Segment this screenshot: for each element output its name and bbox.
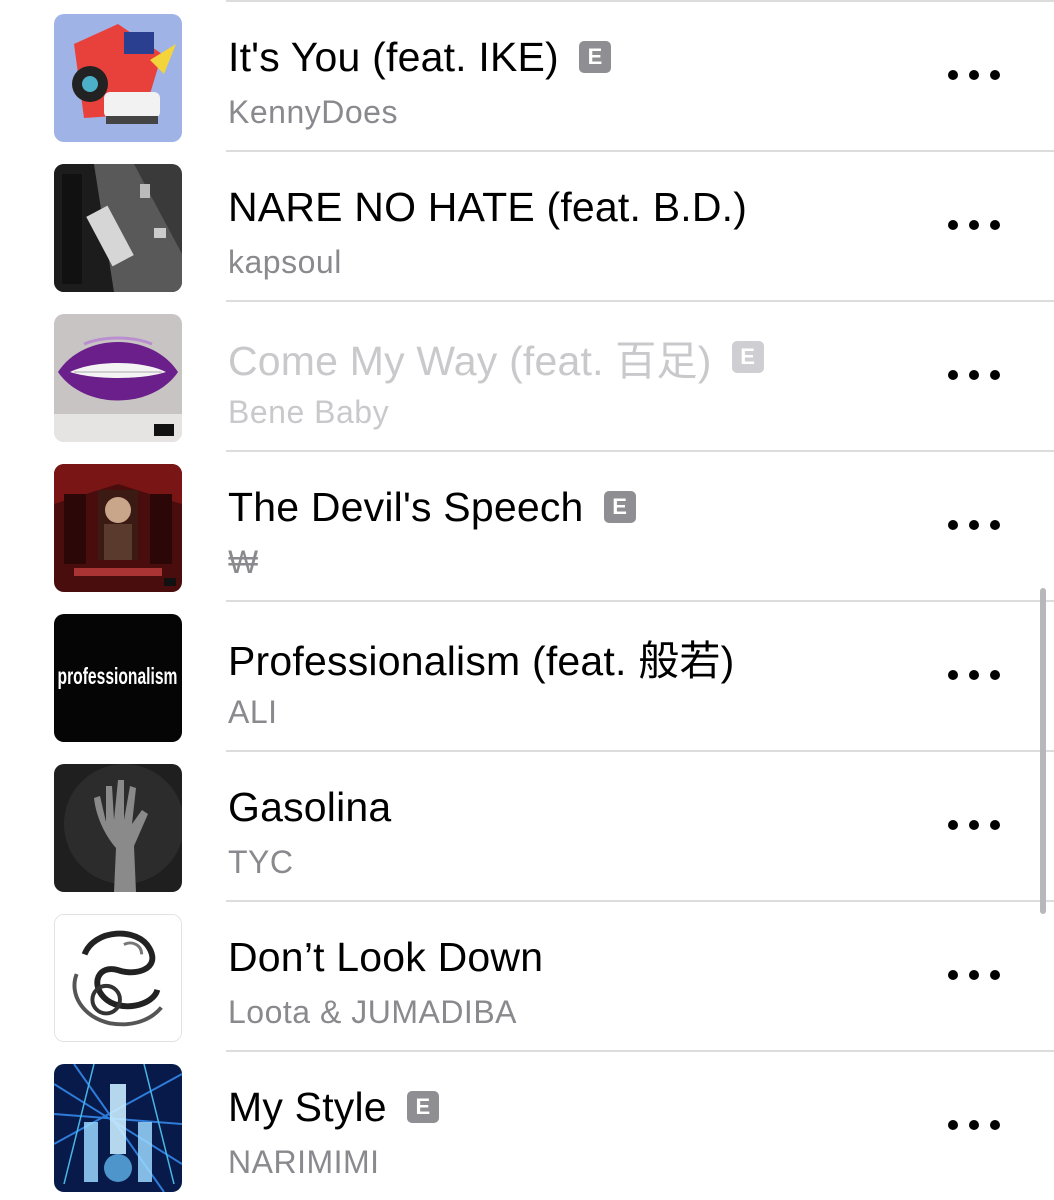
artist-name: Loota & JUMADIBA xyxy=(228,994,517,1030)
more-ellipsis-icon[interactable] xyxy=(948,510,1000,540)
more-ellipsis-icon[interactable] xyxy=(948,660,1000,690)
artist-name: KennyDoes xyxy=(228,94,398,130)
more-ellipsis-icon[interactable] xyxy=(948,1110,1000,1140)
explicit-badge: E xyxy=(731,341,764,373)
album-artwork xyxy=(54,14,182,142)
more-ellipsis-icon[interactable] xyxy=(948,60,1000,90)
title-line: The Devil's Speech E xyxy=(228,482,636,532)
album-artwork xyxy=(54,164,182,292)
song-row-3[interactable]: The Devil's Speech E ₩ xyxy=(0,452,1054,602)
song-row-4[interactable]: professionalism Professionalism (feat. 般… xyxy=(0,602,1054,752)
explicit-badge: E xyxy=(603,491,636,523)
more-ellipsis-icon[interactable] xyxy=(948,210,1000,240)
song-row-0[interactable]: It's You (feat. IKE) E KennyDoes xyxy=(0,2,1054,152)
album-artwork xyxy=(54,914,182,1042)
song-row-1[interactable]: NARE NO HATE (feat. B.D.) kapsoul xyxy=(0,152,1054,302)
artist-name: TYC xyxy=(228,844,294,880)
title-line: It's You (feat. IKE) E xyxy=(228,32,611,82)
song-title: It's You (feat. IKE) xyxy=(228,33,559,80)
song-row-5[interactable]: Gasolina TYC xyxy=(0,752,1054,902)
album-art-icon xyxy=(55,915,181,1041)
artist-name: kapsoul xyxy=(228,244,342,280)
album-art-icon xyxy=(54,1064,182,1192)
explicit-badge: E xyxy=(578,41,611,73)
explicit-badge: E xyxy=(406,1091,439,1123)
album-artwork xyxy=(54,1064,182,1192)
title-line: Gasolina xyxy=(228,782,391,832)
album-artwork: professionalism xyxy=(54,614,182,742)
album-art-icon: professionalism xyxy=(54,614,182,742)
title-line: Come My Way (feat. 百足) E xyxy=(228,332,764,384)
album-art-icon xyxy=(54,164,182,292)
more-ellipsis-icon[interactable] xyxy=(948,360,1000,390)
artist-name: ALI xyxy=(228,694,278,730)
song-title: NARE NO HATE (feat. B.D.) xyxy=(228,183,748,230)
more-ellipsis-icon[interactable] xyxy=(948,810,1000,840)
song-title: Professionalism (feat. 般若) xyxy=(228,638,735,684)
title-line: Professionalism (feat. 般若) xyxy=(228,632,734,684)
album-art-icon xyxy=(54,314,182,442)
album-artwork xyxy=(54,764,182,892)
song-title: Come My Way (feat. 百足) xyxy=(228,338,712,384)
album-art-text: professionalism xyxy=(58,664,178,690)
song-row-7[interactable]: My Style E NARIMIMI xyxy=(0,1052,1054,1200)
song-title: My Style xyxy=(228,1083,387,1130)
artist-name: NARIMIMI xyxy=(228,1144,380,1180)
title-line: My Style E xyxy=(228,1082,439,1132)
title-line: NARE NO HATE (feat. B.D.) xyxy=(228,182,747,232)
song-title: The Devil's Speech xyxy=(228,483,584,530)
album-art-icon xyxy=(54,464,182,592)
artist-name: Bene Baby xyxy=(228,394,390,430)
song-title: Gasolina xyxy=(228,783,392,830)
song-row-2[interactable]: Come My Way (feat. 百足) E Bene Baby xyxy=(0,302,1054,452)
more-ellipsis-icon[interactable] xyxy=(948,960,1000,990)
album-art-icon xyxy=(54,14,182,142)
song-row-6[interactable]: Don’t Look Down Loota & JUMADIBA xyxy=(0,902,1054,1052)
song-title: Don’t Look Down xyxy=(228,933,544,980)
song-list: It's You (feat. IKE) E KennyDoes NARE NO… xyxy=(0,0,1054,1200)
title-line: Don’t Look Down xyxy=(228,932,543,982)
scrollbar[interactable] xyxy=(1040,588,1046,914)
album-artwork xyxy=(54,314,182,442)
album-artwork xyxy=(54,464,182,592)
artist-name: ₩ xyxy=(228,544,259,580)
album-art-icon xyxy=(54,764,182,892)
